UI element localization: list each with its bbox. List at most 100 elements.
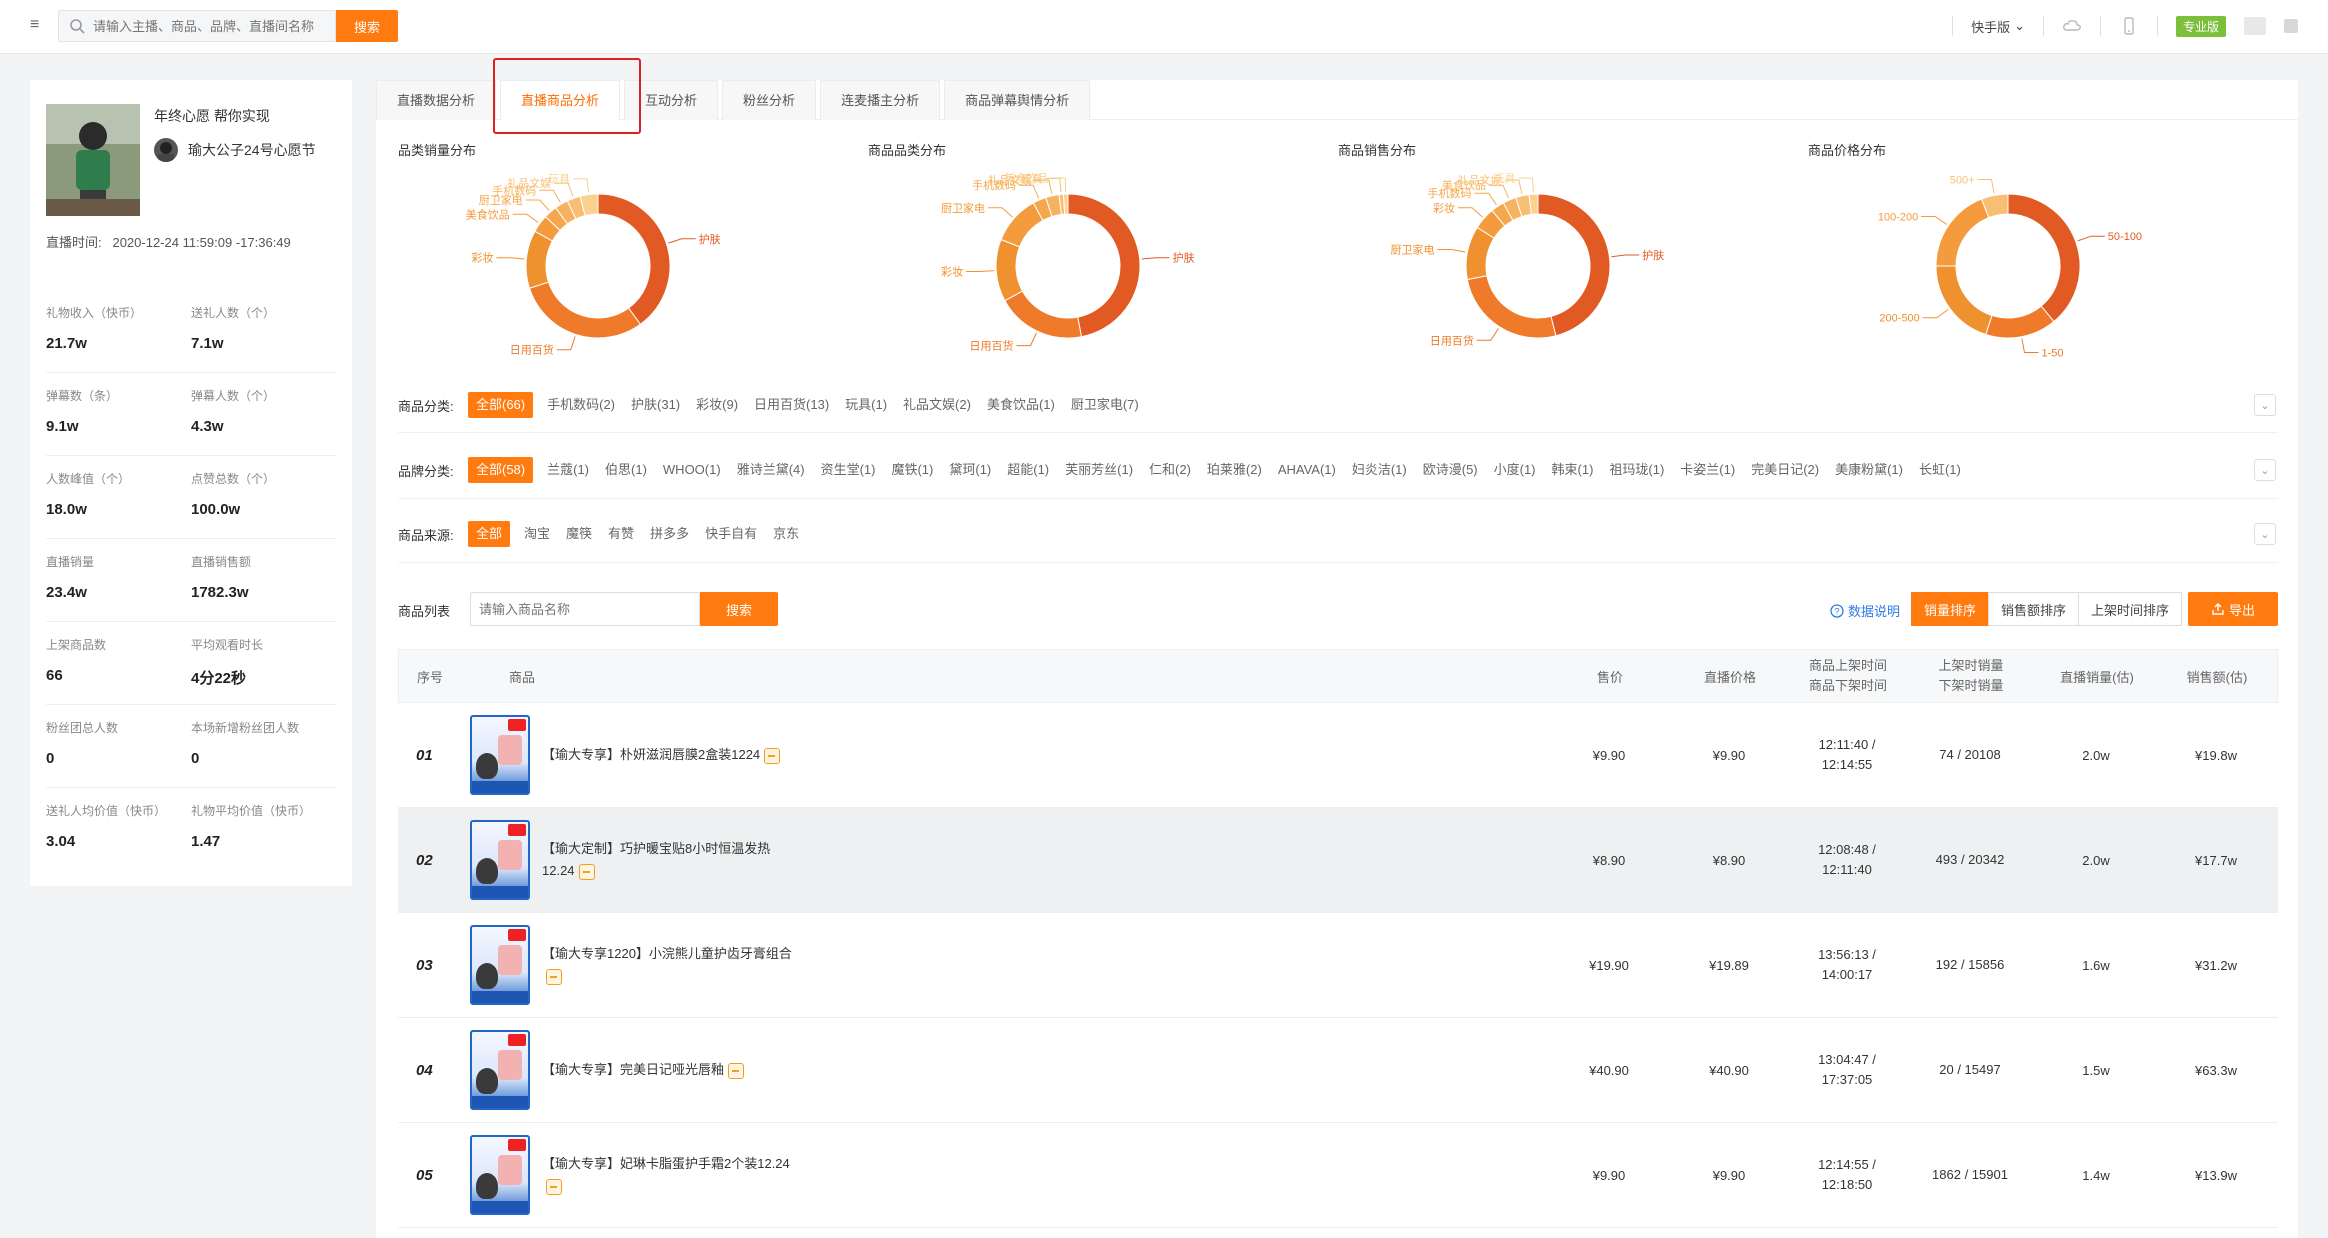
filter-option[interactable]: 祖玛珑(1) — [1601, 457, 1672, 483]
filter-option[interactable]: 淘宝 — [516, 521, 558, 547]
search-input[interactable] — [93, 15, 329, 37]
filter-option[interactable]: 伯思(1) — [597, 457, 655, 483]
tab-1[interactable]: 直播数据分析 — [376, 80, 497, 120]
table-row[interactable]: 01 【瑜大专享】朴妍滋润唇膜2盒装1224 ¥9.90 ¥9.90 12:11:40 … — [398, 703, 2278, 808]
filter-option[interactable]: 兰蔻(1) — [539, 457, 597, 483]
expand-chevron-icon[interactable]: ⌄ — [2254, 523, 2276, 545]
filter-option[interactable]: 美康粉黛(1) — [1827, 457, 1911, 483]
table-row[interactable]: 02 【瑜大定制】巧护暖宝贴8小时恒温发热12.24 ¥8.90 ¥8.90 12:08… — [398, 808, 2278, 913]
donut-slice[interactable] — [995, 238, 1024, 302]
filter-option[interactable]: 日用百货(13) — [746, 392, 837, 418]
filter-option[interactable]: 快手自有 — [697, 521, 765, 547]
product-thumbnail[interactable] — [470, 820, 530, 900]
filter-option[interactable]: 美食饮品(1) — [979, 392, 1063, 418]
expand-chevron-icon[interactable]: ⌄ — [2254, 459, 2276, 481]
filter-option[interactable]: 魔铁(1) — [883, 457, 941, 483]
filter-option[interactable]: 珀莱雅(2) — [1199, 457, 1270, 483]
filter-option[interactable]: 卡姿兰(1) — [1672, 457, 1743, 483]
tab-6[interactable]: 商品弹幕舆情分析 — [944, 80, 1091, 120]
anchor-info[interactable]: 瑜大公子24号心愿节 — [154, 138, 316, 162]
filter-option[interactable]: 彩妆(9) — [688, 392, 746, 418]
filter-option[interactable]: 资生堂(1) — [813, 457, 884, 483]
filter-option[interactable]: 护肤(31) — [623, 392, 688, 418]
filter-option[interactable]: 玩具(1) — [837, 392, 895, 418]
shop-link-icon[interactable] — [578, 863, 595, 880]
donut-slice[interactable] — [1004, 290, 1083, 339]
sort-button-3[interactable]: 上架时间排序 — [2078, 592, 2183, 626]
filter-option[interactable]: 完美日记(2) — [1743, 457, 1827, 483]
version-select[interactable]: 快手版 ⌄ — [1971, 17, 2025, 36]
filter-option[interactable]: 有赞 — [600, 521, 642, 547]
cloud-icon[interactable] — [2062, 16, 2082, 36]
product-thumbnail[interactable] — [470, 1030, 530, 1110]
donut-slice[interactable] — [1062, 193, 1069, 215]
shop-link-icon[interactable] — [728, 1062, 745, 1079]
product-thumbnail[interactable] — [470, 715, 530, 795]
product-name[interactable]: 【瑜大专享1220】小浣熊儿童护齿牙膏组合 — [542, 946, 792, 961]
donut-slice[interactable] — [597, 193, 671, 325]
filter-option[interactable]: 京东 — [765, 521, 807, 547]
menu-icon[interactable]: ≡ — [30, 17, 46, 33]
thumb-figure — [476, 1068, 498, 1094]
shop-link-icon[interactable] — [764, 747, 781, 764]
filter-option[interactable]: 手机数码(2) — [539, 392, 623, 418]
donut-slice[interactable] — [1935, 198, 1990, 267]
search-button[interactable]: 搜索 — [336, 10, 398, 42]
data-note-link[interactable]: ? 数据说明 — [1830, 601, 1900, 620]
sort-button-2[interactable]: 销售额排序 — [1988, 592, 2080, 626]
product-thumbnail[interactable] — [470, 925, 530, 1005]
filter-option[interactable]: 欧诗漫(5) — [1415, 457, 1486, 483]
filter-option[interactable]: 雅诗兰黛(4) — [729, 457, 813, 483]
filter-option[interactable]: 全部 — [468, 521, 511, 547]
donut-slice[interactable] — [1985, 305, 2055, 339]
filter-option[interactable]: WHOO(1) — [655, 457, 729, 483]
mobile-icon[interactable] — [2119, 16, 2139, 36]
row-time-off: 14:00:17 — [1821, 967, 1873, 982]
filter-option[interactable]: 超能(1) — [999, 457, 1057, 483]
donut-slice[interactable] — [1935, 265, 1993, 336]
expand-chevron-icon[interactable]: ⌄ — [2254, 394, 2276, 416]
filter-option[interactable]: 小度(1) — [1486, 457, 1544, 483]
product-name[interactable]: 【瑜大定制】巧护暖宝贴8小时恒温发热12.24 — [542, 841, 770, 878]
donut-slice[interactable] — [528, 281, 642, 339]
table-row[interactable]: 04 【瑜大专享】完美日记哑光唇釉 ¥40.90 ¥40.90 13:04:47 /17… — [398, 1018, 2278, 1123]
donut-slice[interactable] — [2007, 193, 2081, 323]
filter-option[interactable]: AHAVA(1) — [1270, 457, 1344, 483]
table-row[interactable]: 05 【瑜大专享】妃琳卡脂蛋护手霜2个装12.24 ¥9.90 ¥9.90 12:14:… — [398, 1123, 2278, 1228]
filter-option[interactable]: 拼多多 — [642, 521, 697, 547]
product-name[interactable]: 【瑜大专享】完美日记哑光唇釉 — [542, 1062, 724, 1077]
tab-2[interactable]: 直播商品分析 — [500, 80, 621, 120]
stat-label: 点赞总数（个） — [191, 472, 276, 486]
filter-option[interactable]: 韩束(1) — [1544, 457, 1602, 483]
export-button[interactable]: 导出 — [2188, 592, 2278, 626]
shop-link-icon[interactable] — [546, 1178, 562, 1195]
filter-option[interactable]: 礼品文娱(2) — [895, 392, 979, 418]
product-thumbnail[interactable] — [470, 1135, 530, 1215]
sort-button-1[interactable]: 销量排序 — [1911, 592, 1990, 626]
donut-slice[interactable] — [525, 230, 554, 289]
filter-option[interactable]: 厨卫家电(7) — [1063, 392, 1147, 418]
filter-option[interactable]: 全部(66) — [468, 392, 534, 418]
product-name[interactable]: 【瑜大专享】朴妍滋润唇膜2盒装1224 — [542, 747, 760, 762]
filter-option[interactable]: 魔筷 — [558, 521, 600, 547]
filter-option[interactable]: 长虹(1) — [1911, 457, 1969, 483]
donut-slice[interactable] — [1466, 275, 1557, 339]
filter-option[interactable]: 仁和(2) — [1141, 457, 1199, 483]
tab-5[interactable]: 连麦播主分析 — [820, 80, 941, 120]
product-search-input[interactable] — [470, 592, 700, 626]
thumb-figure — [476, 753, 498, 779]
user-menu-icon[interactable] — [2284, 19, 2298, 33]
product-name[interactable]: 【瑜大专享】妃琳卡脂蛋护手霜2个装12.24 — [542, 1156, 790, 1171]
donut-slice[interactable] — [1067, 193, 1141, 338]
filter-option[interactable]: 芙丽芳丝(1) — [1057, 457, 1141, 483]
filter-option[interactable]: 全部(58) — [468, 457, 534, 483]
filter-option[interactable]: 妇炎洁(1) — [1344, 457, 1415, 483]
user-avatar[interactable] — [2244, 17, 2266, 35]
tab-3[interactable]: 互动分析 — [624, 80, 719, 120]
donut-slice[interactable] — [1537, 193, 1611, 337]
tab-4[interactable]: 粉丝分析 — [722, 80, 817, 120]
filter-option[interactable]: 黛珂(1) — [941, 457, 999, 483]
table-row[interactable]: 03 【瑜大专享1220】小浣熊儿童护齿牙膏组合 ¥19.90 ¥19.89 13:56… — [398, 913, 2278, 1018]
shop-link-icon[interactable] — [546, 968, 562, 985]
product-search-button[interactable]: 搜索 — [700, 592, 778, 626]
